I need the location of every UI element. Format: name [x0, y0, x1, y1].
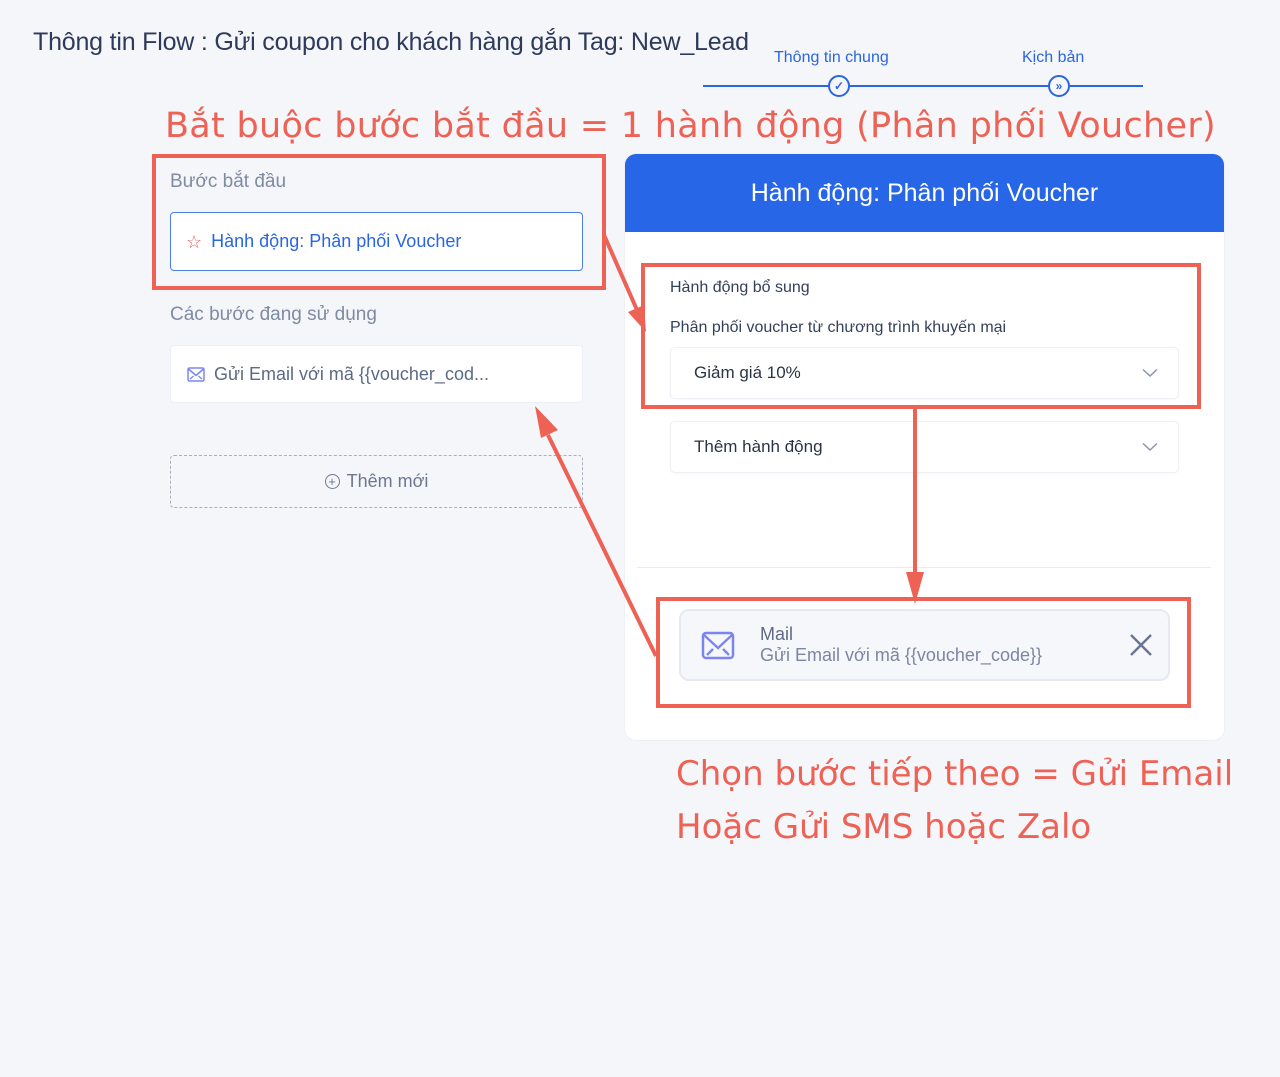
- page-title: Thông tin Flow : Gửi coupon cho khách hà…: [33, 28, 749, 56]
- plus-circle-icon: +: [324, 474, 340, 489]
- step-label-general-info[interactable]: Thông tin chung: [774, 49, 889, 67]
- add-new-button[interactable]: + Thêm mới: [170, 455, 583, 508]
- mail-icon: [187, 366, 205, 382]
- used-step-item[interactable]: Gửi Email với mã {{voucher_cod...: [170, 345, 583, 403]
- start-step-text: Hành động: Phân phối Voucher: [211, 231, 462, 251]
- annotation-bottom: Chọn bước tiếp theo = Gửi Email Hoặc Gửi…: [676, 748, 1233, 854]
- star-icon: ☆: [186, 231, 203, 252]
- annotation-top: Bắt buộc bước bắt đầu = 1 hành động (Phâ…: [165, 106, 1216, 146]
- annotation-bottom-line1: Chọn bước tiếp theo = Gửi Email: [676, 754, 1234, 794]
- chevron-down-icon: [1142, 442, 1158, 452]
- step-label-script[interactable]: Kịch bản: [1022, 49, 1084, 67]
- used-step-text: Gửi Email với mã {{voucher_cod...: [214, 363, 489, 384]
- used-steps-label: Các bước đang sử dụng: [170, 304, 377, 325]
- double-chevron-right-icon[interactable]: »: [1048, 75, 1070, 97]
- panel-divider: [637, 567, 1211, 568]
- start-step-label: Bước bắt đầu: [170, 171, 287, 192]
- annotation-box-voucher: [641, 263, 1201, 409]
- stepper-line: [703, 85, 1143, 87]
- add-action-value: Thêm hành động: [694, 437, 823, 456]
- annotation-bottom-line2: Hoặc Gửi SMS hoặc Zalo: [676, 807, 1092, 847]
- check-icon[interactable]: ✓: [828, 75, 850, 97]
- add-new-label: Thêm mới: [346, 471, 429, 491]
- panel-title: Hành động: Phân phối Voucher: [625, 154, 1224, 232]
- add-action-select[interactable]: Thêm hành động: [670, 421, 1179, 473]
- annotation-box-next-step: [656, 597, 1191, 708]
- start-step-item[interactable]: ☆ Hành động: Phân phối Voucher: [170, 212, 583, 271]
